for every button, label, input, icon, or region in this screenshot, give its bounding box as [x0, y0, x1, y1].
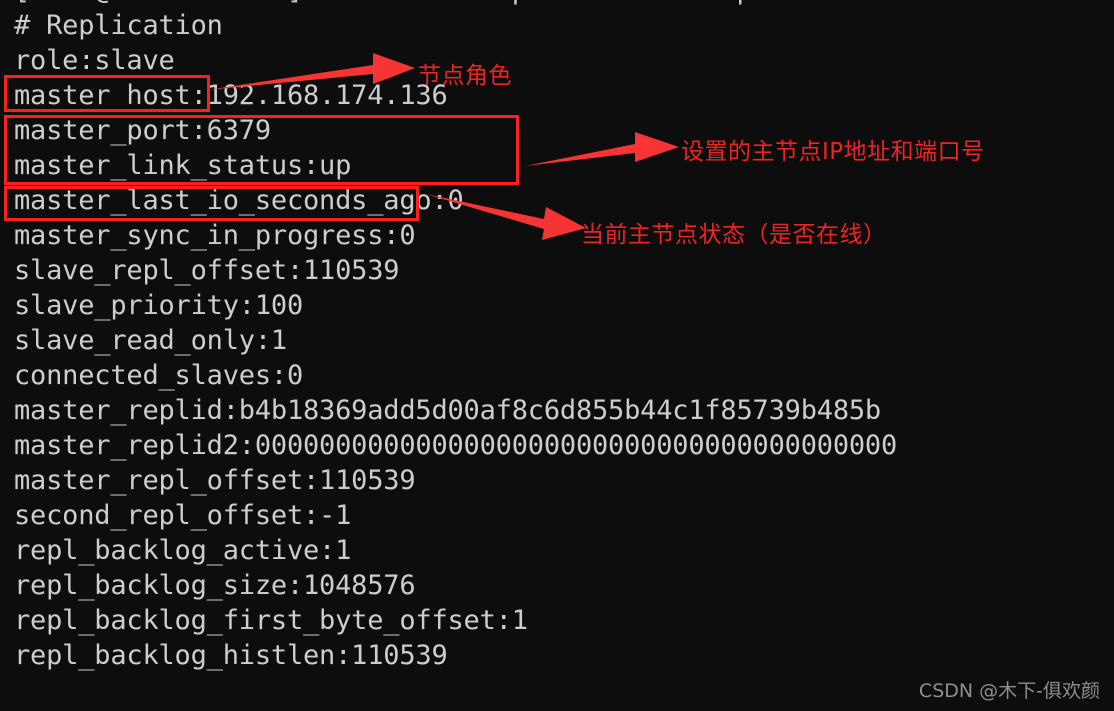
terminal-line: repl_backlog_active:1 [14, 535, 352, 566]
terminal-line-master-host: master_host:192.168.174.136 [14, 80, 448, 111]
annotation-label-link-status: 当前主节点状态（是否在线） [581, 222, 887, 248]
terminal-line-role: role:slave [14, 45, 175, 76]
terminal-output: [root@localhost ~]# redis-cli -p 6379 in… [0, 0, 1114, 673]
terminal-line: master_replid2:0000000000000000000000000… [14, 430, 898, 461]
terminal-screenshot: [root@localhost ~]# redis-cli -p 6379 in… [0, 0, 1114, 711]
terminal-line: connected_slaves:0 [14, 360, 303, 391]
terminal-line: slave_priority:100 [14, 290, 303, 321]
terminal-line: repl_backlog_first_byte_offset:1 [14, 605, 528, 636]
terminal-line: [root@localhost ~]# redis-cli -p 6379 in… [14, 0, 1114, 8]
terminal-line: master_last_io_seconds_ago:0 [14, 185, 464, 216]
csdn-watermark: CSDN @木下-俱欢颜 [918, 680, 1100, 702]
terminal-line: repl_backlog_size:1048576 [14, 570, 416, 601]
terminal-line: # Replication [14, 10, 223, 41]
terminal-line: master_repl_offset:110539 [14, 465, 416, 496]
annotation-label-master-address: 设置的主节点IP地址和端口号 [681, 139, 985, 165]
terminal-line: slave_read_only:1 [14, 325, 287, 356]
annotation-label-role: 节点角色 [418, 63, 512, 89]
terminal-line: second_repl_offset:-1 [14, 500, 352, 531]
terminal-line: master_sync_in_progress:0 [14, 220, 416, 251]
terminal-line: repl_backlog_histlen:110539 [14, 640, 448, 671]
terminal-line: slave_repl_offset:110539 [14, 255, 400, 286]
terminal-line: master_replid:b4b18369add5d00af8c6d855b4… [14, 395, 881, 426]
